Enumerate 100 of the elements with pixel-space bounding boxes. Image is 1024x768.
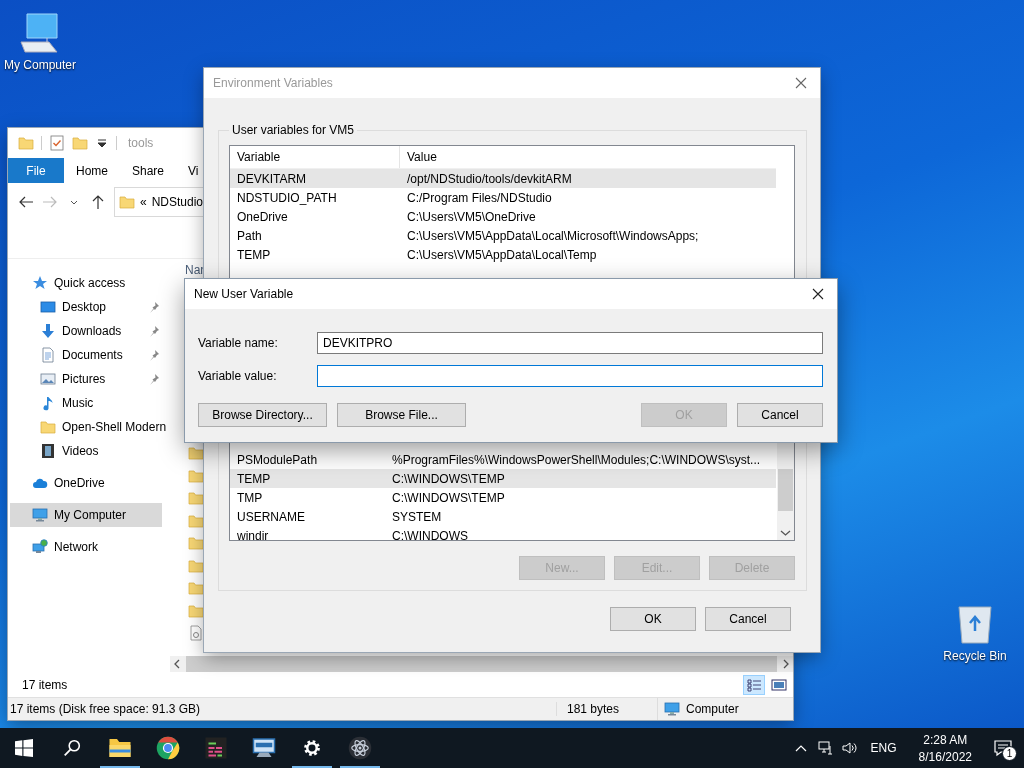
computer-icon bbox=[32, 507, 48, 523]
desktop-icon-label[interactable]: My Computer bbox=[4, 58, 76, 72]
table-row[interactable]: USERNAME SYSTEM bbox=[230, 507, 776, 526]
folder-icon[interactable] bbox=[108, 736, 132, 760]
network-icon bbox=[32, 539, 48, 555]
chevron-down-icon[interactable] bbox=[780, 529, 791, 537]
field-label: Variable name: bbox=[198, 336, 279, 350]
table-cell-text: C:\Users\VM5\OneDrive bbox=[406, 209, 536, 224]
window-title: Environment Variables bbox=[213, 76, 333, 90]
table-row[interactable]: TMP C:\WINDOWS\TEMP bbox=[230, 488, 776, 507]
status-text: 17 items (Disk free space: 91.3 GB) bbox=[9, 702, 202, 716]
close-icon[interactable] bbox=[812, 288, 824, 300]
input-field[interactable]: DEVKITPRO bbox=[317, 332, 823, 354]
table-row[interactable]: TEMP C:\WINDOWS\TEMP bbox=[230, 469, 776, 488]
status-text: Computer bbox=[686, 702, 739, 716]
folder-icon bbox=[119, 194, 135, 210]
notification-badge: 1 bbox=[1002, 746, 1017, 761]
properties-icon[interactable] bbox=[49, 135, 65, 151]
nav-item[interactable]: Documents bbox=[10, 343, 162, 367]
nav-item[interactable]: Desktop bbox=[10, 295, 162, 319]
table-cell-text: C:/Program Files/NDStudio bbox=[406, 190, 552, 205]
table-row[interactable]: PSModulePath %ProgramFiles%\WindowsPowerShell\Modules;C:\WINDOWS\syst... bbox=[230, 450, 776, 469]
table-cell-text: DEVKITARM bbox=[236, 171, 308, 186]
nav-item[interactable]: Videos bbox=[10, 439, 162, 463]
view-button[interactable] bbox=[743, 674, 765, 695]
computer-icon[interactable] bbox=[252, 736, 276, 760]
network-icon[interactable] bbox=[816, 740, 833, 756]
nav-item[interactable]: OneDrive bbox=[10, 471, 162, 495]
field-label: Variable value: bbox=[198, 369, 278, 383]
notification-icon[interactable] bbox=[994, 739, 1012, 757]
table-row[interactable]: OneDrive C:\Users\VM5\OneDrive bbox=[230, 207, 776, 226]
new-folder-icon bbox=[72, 135, 88, 151]
column-header[interactable]: Value bbox=[400, 146, 437, 168]
table-cell-text: TEMP bbox=[236, 471, 272, 486]
table-row[interactable]: windir C:\WINDOWS bbox=[230, 526, 776, 540]
film-icon bbox=[40, 443, 56, 459]
folder-icon bbox=[188, 535, 204, 551]
folder-icon bbox=[188, 490, 204, 506]
dialog-button[interactable]: Browse File... bbox=[337, 403, 466, 427]
window-title: tools bbox=[128, 136, 154, 150]
nav-item[interactable]: Music bbox=[10, 391, 162, 415]
table-cell-text: C:\Users\VM5\AppData\Local\Microsoft\WindowsApps; bbox=[406, 228, 699, 243]
dialog-button[interactable]: OK bbox=[610, 607, 696, 631]
up-arrow-icon[interactable] bbox=[90, 194, 106, 210]
ribbon-tab[interactable]: Home bbox=[64, 158, 120, 183]
chrome-icon[interactable] bbox=[156, 736, 180, 760]
table-row[interactable]: NDSTUDIO_PATH C:/Program Files/NDStudio bbox=[230, 188, 776, 207]
settings-icon[interactable] bbox=[303, 739, 321, 757]
recycle-bin-icon bbox=[955, 603, 995, 645]
table-cell-text: /opt/NDStudio/tools/devkitARM bbox=[406, 171, 572, 186]
nav-item[interactable]: Downloads bbox=[10, 319, 162, 343]
language-indicator[interactable]: ENG bbox=[870, 741, 897, 755]
table-cell-text: %ProgramFiles%\WindowsPowerShell\Modules;C:\WINDOWS\syst... bbox=[391, 452, 761, 467]
dialog-button[interactable]: Cancel bbox=[705, 607, 791, 631]
item-count: 17 items bbox=[22, 677, 68, 692]
picture-icon bbox=[40, 371, 56, 387]
dialog-title: New User Variable bbox=[194, 287, 294, 301]
table-cell-text: windir bbox=[236, 528, 270, 540]
table-cell-text: PSModulePath bbox=[236, 452, 319, 467]
document-icon bbox=[40, 347, 56, 363]
nav-item[interactable]: My Computer bbox=[10, 503, 162, 527]
table-row[interactable]: DEVKITARM /opt/NDStudio/tools/devkitARM bbox=[230, 169, 776, 188]
folder-icon bbox=[188, 445, 204, 461]
table-cell-text: OneDrive bbox=[236, 209, 289, 224]
dialog-button[interactable]: Browse Directory... bbox=[198, 403, 327, 427]
table-cell-text: C:\WINDOWS\TEMP bbox=[391, 471, 505, 486]
ribbon-tab[interactable]: File bbox=[8, 158, 64, 183]
ribbon-tab[interactable]: Share bbox=[120, 158, 177, 183]
back-arrow-icon[interactable] bbox=[18, 194, 34, 210]
desktop-icon bbox=[40, 299, 56, 315]
column-header[interactable]: Variable bbox=[230, 146, 400, 168]
nav-item[interactable]: Quick access bbox=[10, 271, 162, 295]
table-cell-text: TMP bbox=[236, 490, 264, 505]
computer-icon bbox=[664, 701, 680, 717]
volume-icon[interactable] bbox=[840, 740, 857, 756]
down-arrow-icon bbox=[40, 323, 56, 339]
atom-icon[interactable] bbox=[348, 736, 372, 760]
desktop-icon-label[interactable]: Recycle Bin bbox=[943, 649, 1007, 663]
dropdown-icon[interactable] bbox=[95, 136, 109, 150]
folder-icon bbox=[188, 580, 204, 596]
status-text: 181 bytes bbox=[556, 702, 657, 716]
nav-item[interactable]: Network bbox=[10, 535, 162, 559]
file-icon bbox=[188, 625, 204, 641]
star-icon bbox=[32, 275, 48, 291]
table-row[interactable]: TEMP C:\Users\VM5\AppData\Local\Temp bbox=[230, 245, 776, 264]
dialog-button[interactable]: Cancel bbox=[737, 403, 823, 427]
group-label: User variables for VM5 bbox=[231, 123, 356, 137]
column-header[interactable]: Nar bbox=[185, 263, 205, 277]
horizontal-scrollbar[interactable] bbox=[170, 656, 793, 672]
table-cell-text: C:\WINDOWS bbox=[391, 528, 468, 540]
terminal-icon[interactable] bbox=[204, 736, 228, 760]
table-cell-text: SYSTEM bbox=[391, 509, 442, 524]
windows-logo-icon[interactable] bbox=[15, 739, 33, 757]
input-field[interactable] bbox=[317, 365, 823, 387]
nav-item[interactable]: Pictures bbox=[10, 367, 162, 391]
folder-icon bbox=[18, 135, 34, 151]
table-cell-text: Path bbox=[236, 228, 263, 243]
search-icon[interactable] bbox=[63, 739, 81, 757]
clock[interactable]: 2:28 AM 8/16/2022 bbox=[918, 732, 972, 764]
table-row[interactable]: Path C:\Users\VM5\AppData\Local\Microsoft\WindowsApps; bbox=[230, 226, 776, 245]
